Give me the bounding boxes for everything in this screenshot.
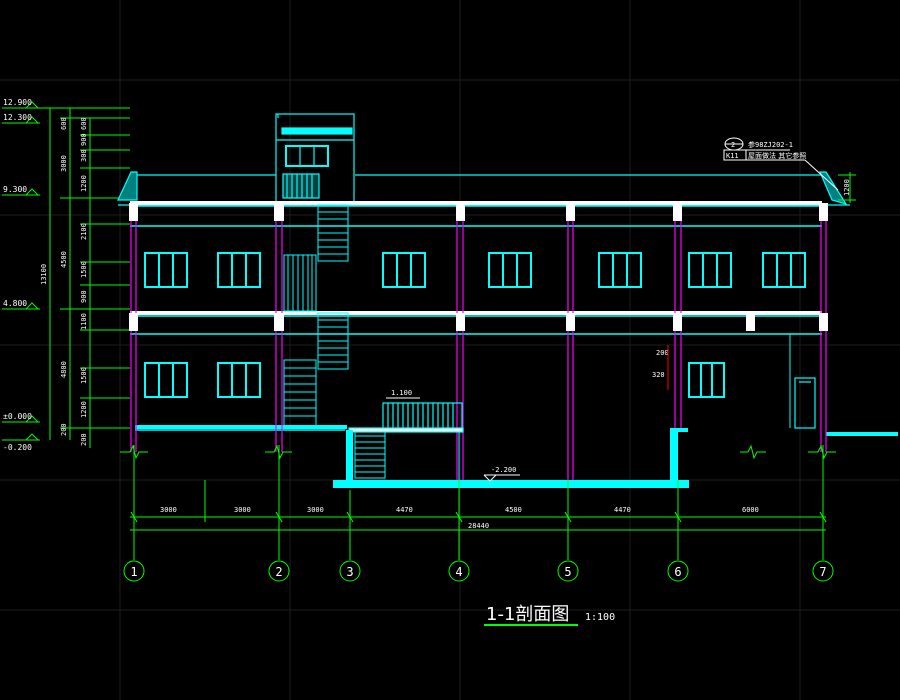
svg-text:1200: 1200 xyxy=(843,179,851,196)
drawing-title: 1-1剖面图 1:100 xyxy=(484,604,615,626)
title-scale: 1:100 xyxy=(585,612,615,623)
tower-window xyxy=(285,145,329,167)
svg-text:7: 7 xyxy=(819,565,826,579)
svg-text:200: 200 xyxy=(656,349,669,357)
windows xyxy=(144,252,806,398)
background-grid xyxy=(0,0,900,700)
svg-text:K11: K11 xyxy=(726,152,739,160)
railing-block xyxy=(348,402,464,433)
window xyxy=(144,252,188,288)
svg-text:3000: 3000 xyxy=(307,506,324,514)
svg-text:2: 2 xyxy=(275,565,282,579)
svg-text:6: 6 xyxy=(674,565,681,579)
svg-text:900: 900 xyxy=(80,133,88,146)
title-text: 1-1剖面图 xyxy=(486,604,569,625)
svg-text:4470: 4470 xyxy=(614,506,631,514)
stair-flights xyxy=(283,204,386,479)
svg-text:6000: 6000 xyxy=(742,506,759,514)
svg-text:300: 300 xyxy=(80,149,88,162)
window xyxy=(144,362,188,398)
axis-labels: 1 2 3 4 5 6 7 xyxy=(130,565,826,579)
svg-text:320: 320 xyxy=(652,371,665,379)
vertical-dim-labels: 13100 600 3000 4500 4800 200 600 900 300… xyxy=(40,117,88,446)
svg-text:5: 5 xyxy=(564,565,571,579)
door xyxy=(794,377,816,429)
stair-tower xyxy=(275,113,355,205)
hdim-total: 28440 xyxy=(468,522,489,530)
svg-text:2100: 2100 xyxy=(80,223,88,240)
elev-12300: 12.300 xyxy=(3,113,32,122)
elev-minus-0200: -0.200 xyxy=(3,443,32,452)
window xyxy=(217,362,261,398)
roof-eaves xyxy=(117,171,850,206)
window xyxy=(382,252,426,288)
window xyxy=(762,252,806,288)
svg-text:1500: 1500 xyxy=(80,261,88,278)
svg-text:4: 4 xyxy=(455,565,462,579)
svg-text:200: 200 xyxy=(60,423,68,436)
svg-text:3000: 3000 xyxy=(60,155,68,172)
elevation-labels: 12.900 12.300 9.300 4.800 ±0.000 -0.200 xyxy=(3,98,32,452)
window xyxy=(688,252,732,288)
floor-slabs xyxy=(130,201,898,436)
svg-text:-2.200: -2.200 xyxy=(491,466,516,474)
svg-text:1: 1 xyxy=(130,565,137,579)
svg-text:4500: 4500 xyxy=(60,251,68,268)
svg-text:3: 3 xyxy=(346,565,353,579)
svg-text:参98ZJ202-1: 参98ZJ202-1 xyxy=(748,140,793,149)
svg-text:1100: 1100 xyxy=(80,313,88,330)
elev-4800: 4.800 xyxy=(3,299,27,308)
svg-text:4500: 4500 xyxy=(505,506,522,514)
svg-text:4800: 4800 xyxy=(60,361,68,378)
window xyxy=(598,252,642,288)
window xyxy=(688,362,725,398)
svg-text:屋面做法 其它参照: 屋面做法 其它参照 xyxy=(748,151,806,160)
svg-text:600: 600 xyxy=(80,117,88,130)
horizontal-dimensions xyxy=(120,444,836,560)
window xyxy=(217,252,261,288)
elevation-markers xyxy=(2,101,130,448)
vdim-total: 13100 xyxy=(40,264,48,285)
svg-text:3000: 3000 xyxy=(234,506,251,514)
section-drawing: 12.900 12.300 9.300 4.800 ±0.000 -0.200 … xyxy=(0,0,900,700)
elev-0000: ±0.000 xyxy=(3,412,32,421)
columns xyxy=(130,205,827,480)
svg-text:1200: 1200 xyxy=(80,175,88,192)
svg-text:2: 2 xyxy=(731,141,735,149)
svg-text:600: 600 xyxy=(60,117,68,130)
svg-text:1.100: 1.100 xyxy=(391,389,412,397)
axis-bubbles xyxy=(123,560,834,582)
svg-text:1200: 1200 xyxy=(80,401,88,418)
svg-text:3000: 3000 xyxy=(160,506,177,514)
svg-text:200: 200 xyxy=(80,433,88,446)
elev-9300: 9.300 xyxy=(3,185,27,194)
building-section xyxy=(117,113,898,488)
svg-text:4470: 4470 xyxy=(396,506,413,514)
elev-12900: 12.900 xyxy=(3,98,32,107)
basement xyxy=(333,428,689,488)
svg-text:1500: 1500 xyxy=(80,367,88,384)
svg-text:900: 900 xyxy=(80,290,88,303)
window xyxy=(488,252,532,288)
